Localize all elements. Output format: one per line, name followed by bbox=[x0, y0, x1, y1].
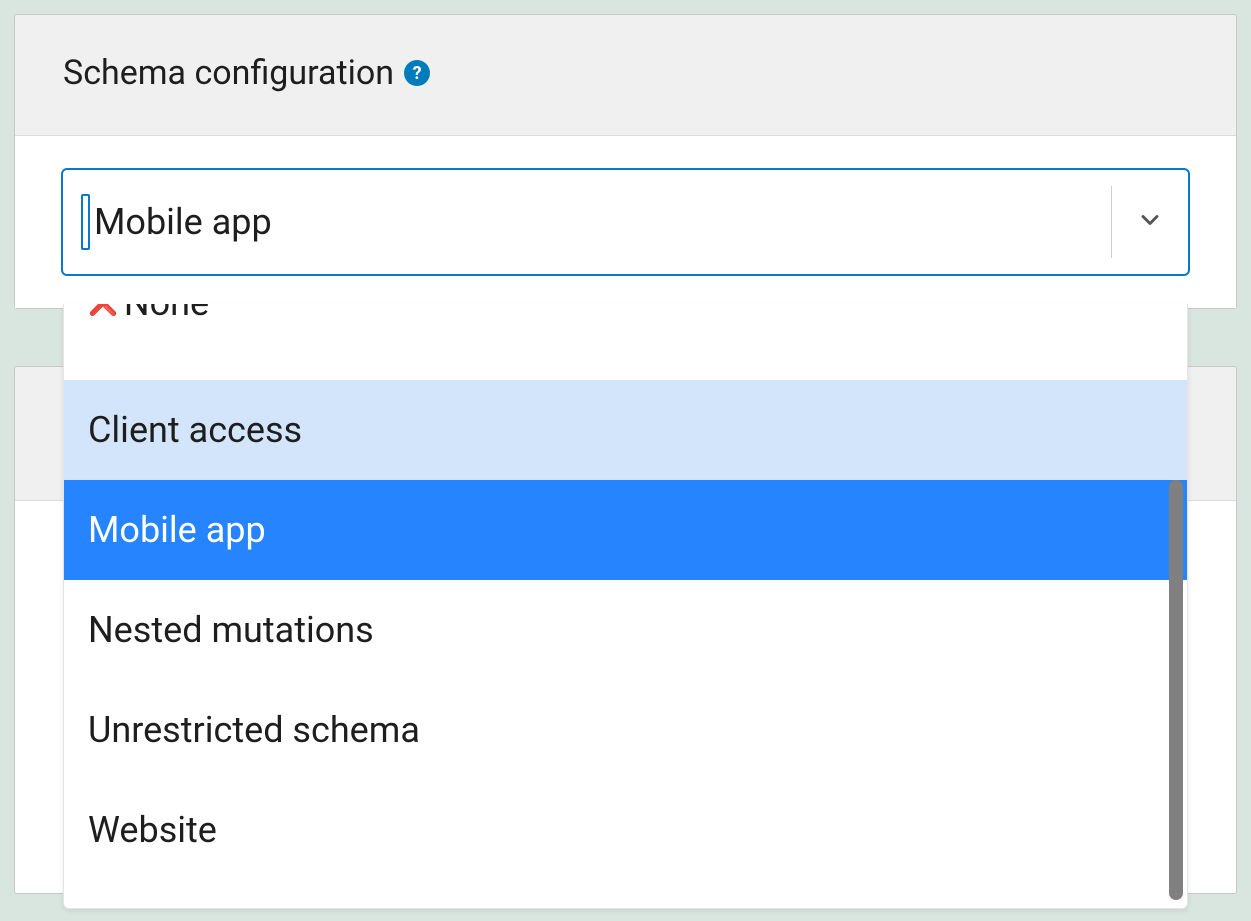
panel-header: Schema configuration ? bbox=[15, 15, 1236, 135]
dropdown-option-client-access[interactable]: Client access bbox=[64, 380, 1187, 480]
diamond-icon: ❌ bbox=[88, 304, 118, 317]
dropdown-option-label: Nested mutations bbox=[88, 609, 374, 651]
dropdown-option-label: Mobile app bbox=[88, 509, 266, 551]
panel-title: Schema configuration bbox=[63, 53, 394, 93]
dropdown-option-website[interactable]: Website bbox=[64, 780, 1187, 880]
dropdown-peek-row[interactable]: ❌ None bbox=[64, 304, 1187, 380]
schema-configuration-panel: Schema configuration ? Mobile app bbox=[14, 14, 1237, 309]
dropdown-option-label: Client access bbox=[88, 409, 302, 451]
dropdown-peek-label: None bbox=[124, 304, 209, 324]
dropdown-peek-content: ❌ None bbox=[88, 304, 209, 324]
schema-select-control[interactable]: Mobile app bbox=[61, 168, 1190, 276]
chevron-down-icon[interactable] bbox=[1136, 206, 1164, 238]
schema-dropdown-menu: ❌ None Client access Mobile app Nested m… bbox=[63, 304, 1188, 909]
dropdown-option-mobile-app[interactable]: Mobile app bbox=[64, 480, 1187, 580]
text-cursor-indicator bbox=[81, 194, 90, 250]
select-separator bbox=[1111, 186, 1112, 258]
dropdown-option-unrestricted-schema[interactable]: Unrestricted schema bbox=[64, 680, 1187, 780]
panel-body: Mobile app bbox=[15, 135, 1236, 308]
dropdown-option-label: Website bbox=[88, 809, 217, 851]
dropdown-option-label: Unrestricted schema bbox=[88, 709, 420, 751]
help-icon[interactable]: ? bbox=[404, 60, 430, 86]
dropdown-option-nested-mutations[interactable]: Nested mutations bbox=[64, 580, 1187, 680]
dropdown-scrollbar[interactable] bbox=[1169, 480, 1183, 900]
dropdown-menu-inner: ❌ None Client access Mobile app Nested m… bbox=[64, 304, 1187, 908]
schema-select-value: Mobile app bbox=[94, 201, 1099, 243]
